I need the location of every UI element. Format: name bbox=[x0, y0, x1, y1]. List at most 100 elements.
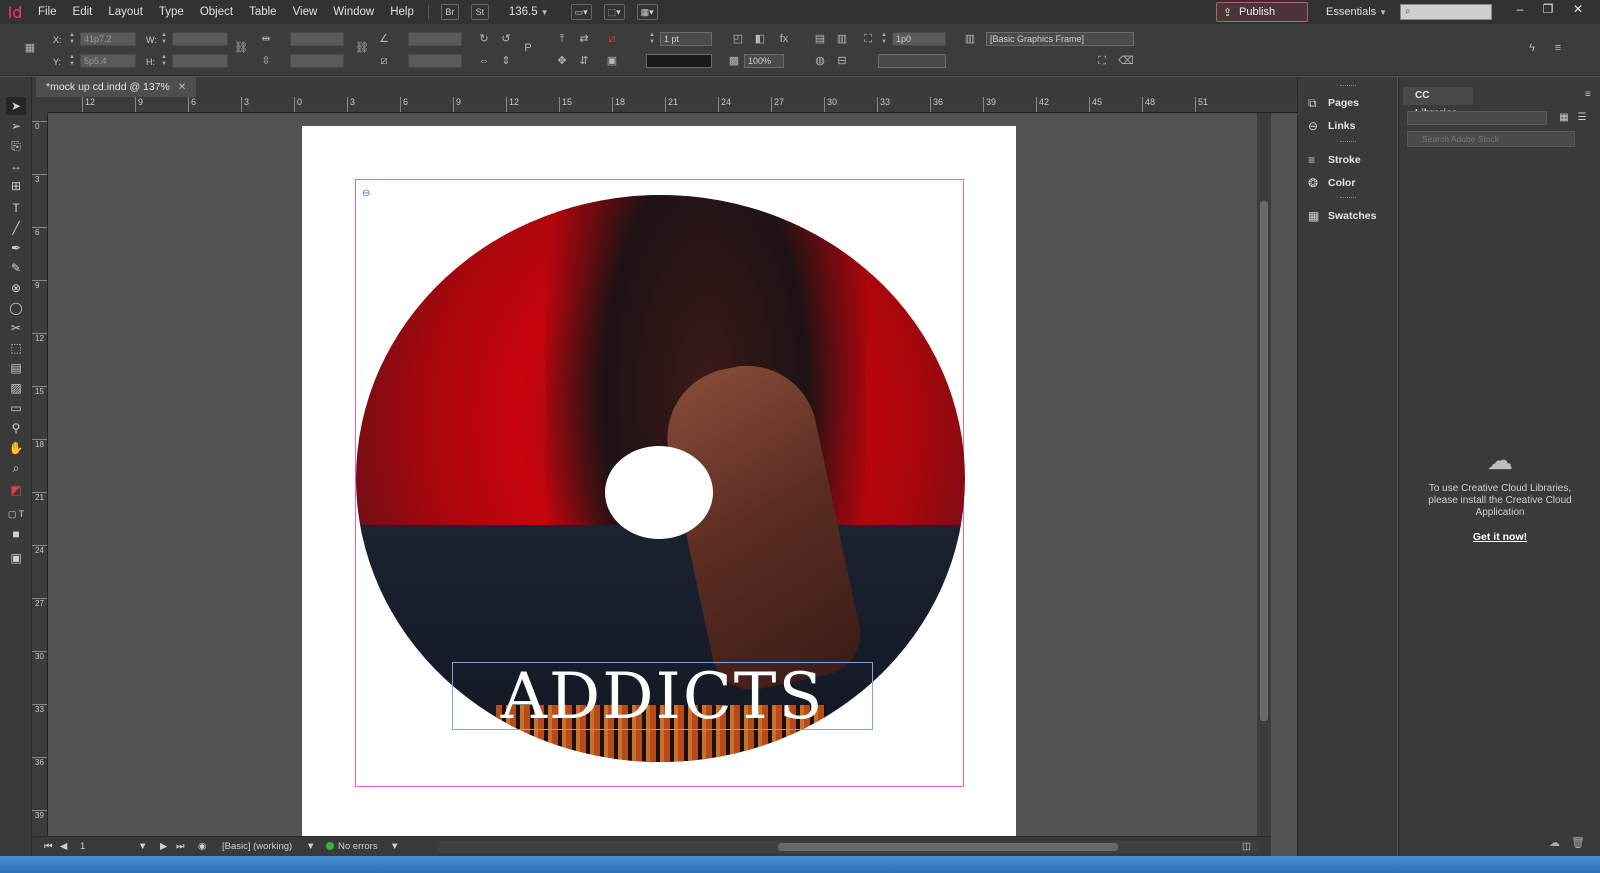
panel-grip[interactable] bbox=[1340, 197, 1356, 200]
grid-view-icon[interactable]: ▦ bbox=[1557, 111, 1571, 125]
fill-stroke-icon[interactable]: ◩ bbox=[6, 481, 26, 499]
scroll-thumb[interactable] bbox=[1260, 201, 1268, 721]
stroke-weight-dropdown[interactable]: 1 pt bbox=[660, 32, 712, 46]
text-wrap-none-icon[interactable]: ▤ bbox=[812, 31, 828, 47]
scroll-thumb[interactable] bbox=[778, 843, 1118, 851]
effects-icon[interactable]: fx bbox=[776, 31, 792, 47]
chevron-down-icon[interactable]: ▼ bbox=[306, 837, 315, 857]
gap-tool-icon[interactable]: ↔ bbox=[6, 157, 26, 175]
text-frame[interactable]: ADDICTS bbox=[452, 662, 873, 731]
zoom-tool-icon[interactable]: ⌕ bbox=[6, 459, 26, 477]
panel-grip[interactable] bbox=[1340, 85, 1356, 88]
constrain-proportions-icon[interactable]: ⛓ bbox=[233, 40, 249, 56]
stroke-weight-stepper[interactable]: ▲ ▼ bbox=[648, 32, 656, 46]
opacity-field[interactable]: 100% bbox=[744, 54, 784, 68]
menu-help[interactable]: Help bbox=[382, 0, 422, 24]
selection-tool-icon[interactable]: ➤ bbox=[6, 97, 26, 115]
vertical-scrollbar[interactable] bbox=[1257, 113, 1271, 836]
scissors-tool-icon[interactable]: ✂ bbox=[6, 319, 26, 337]
pencil-tool-icon[interactable]: ✎ bbox=[6, 259, 26, 277]
view-options-button[interactable]: ▭▾ bbox=[570, 4, 592, 20]
previous-page-icon[interactable]: ◀ bbox=[60, 837, 67, 857]
y-stepper[interactable]: ▲ ▼ bbox=[68, 54, 76, 68]
y-position-field[interactable]: 5p5.4 bbox=[80, 54, 136, 68]
apply-color-icon[interactable]: ■ bbox=[6, 525, 26, 543]
select-container-icon[interactable]: ⤒ bbox=[554, 31, 570, 47]
menu-window[interactable]: Window bbox=[325, 0, 382, 24]
sync-icon[interactable]: ☁ bbox=[1549, 836, 1560, 849]
chevron-down-icon[interactable]: ▼ bbox=[390, 837, 399, 857]
text-wrap-shape-icon[interactable]: ◍ bbox=[812, 53, 828, 69]
line-tool-icon[interactable]: ╱ bbox=[6, 219, 26, 237]
hand-tool-icon[interactable]: ✋ bbox=[6, 439, 26, 457]
arrange-documents-button[interactable]: ▦▾ bbox=[636, 4, 658, 20]
rotate-cw-icon[interactable]: ↻ bbox=[476, 31, 492, 47]
menu-type[interactable]: Type bbox=[151, 0, 192, 24]
flip-horizontal-icon[interactable]: ⇔ bbox=[476, 53, 492, 69]
restore-button[interactable]: ❐ bbox=[1536, 0, 1560, 20]
screen-mode-icon[interactable]: ▣ bbox=[6, 549, 26, 567]
quick-apply-icon[interactable]: ϟ bbox=[1524, 40, 1540, 56]
horizontal-scrollbar[interactable] bbox=[438, 841, 1258, 853]
gradient-feather-tool-icon[interactable]: ▨ bbox=[6, 379, 26, 397]
graphics-frame[interactable]: ⊖ ADDICTS bbox=[355, 179, 965, 787]
link-scale-icon[interactable]: ⛓ bbox=[354, 40, 370, 56]
library-dropdown[interactable] bbox=[1407, 111, 1547, 125]
formatting-container-icon[interactable]: ▢ T bbox=[6, 505, 26, 523]
offset-stepper[interactable]: ▲ ▼ bbox=[880, 32, 888, 46]
document-page[interactable]: ⊖ ADDICTS bbox=[302, 126, 1016, 856]
menu-object[interactable]: Object bbox=[192, 0, 241, 24]
clear-override-icon[interactable]: ⌫ bbox=[1118, 53, 1134, 69]
shear-field[interactable] bbox=[408, 54, 462, 68]
menu-file[interactable]: File bbox=[30, 0, 65, 24]
menu-view[interactable]: View bbox=[285, 0, 326, 24]
stroke-color-dropdown[interactable] bbox=[878, 54, 946, 68]
vertical-ruler[interactable]: 0 3 6 9 12 15 18 21 24 27 30 33 36 39 bbox=[32, 113, 48, 856]
panel-grip[interactable] bbox=[1340, 141, 1356, 144]
free-transform-tool-icon[interactable]: ⬚ bbox=[6, 339, 26, 357]
pen-tool-icon[interactable]: ✒ bbox=[6, 239, 26, 257]
drop-shadow-icon[interactable]: ◧ bbox=[752, 31, 768, 47]
panel-color[interactable]: ❂ Color bbox=[1298, 172, 1398, 194]
menu-layout[interactable]: Layout bbox=[100, 0, 151, 24]
trash-icon[interactable]: 🗑 bbox=[1571, 836, 1585, 849]
stock-button[interactable]: St bbox=[470, 4, 489, 20]
direct-selection-tool-icon[interactable]: ➢ bbox=[6, 117, 26, 135]
eyedropper-tool-icon[interactable]: ⚲ bbox=[6, 419, 26, 437]
panel-swatches[interactable]: ▦ Swatches bbox=[1298, 205, 1398, 227]
select-content-icon[interactable]: ✥ bbox=[554, 53, 570, 69]
select-next-icon[interactable]: ⇵ bbox=[576, 53, 592, 69]
scale-x-field[interactable] bbox=[290, 32, 344, 46]
width-field[interactable] bbox=[172, 32, 228, 46]
minimize-button[interactable]: – bbox=[1508, 0, 1532, 20]
panel-menu-icon[interactable]: ≡ bbox=[1550, 40, 1566, 56]
cc-libraries-tab[interactable]: CC Libraries bbox=[1403, 87, 1473, 119]
height-field[interactable] bbox=[172, 54, 228, 68]
x-stepper[interactable]: ▲ ▼ bbox=[68, 32, 76, 46]
preflight-profile[interactable]: [Basic] (working) bbox=[222, 837, 292, 857]
horizontal-ruler[interactable]: 12 9 6 3 0 3 6 9 12 15 18 21 24 27 30 33 36 39 42 45 48 51 bbox=[48, 97, 1297, 113]
rotate-ccw-icon[interactable]: ↺ bbox=[498, 31, 514, 47]
ruler-origin[interactable] bbox=[32, 97, 48, 113]
ellipse-tool-icon[interactable]: ◯ bbox=[6, 299, 26, 317]
stock-search-input[interactable]: Search Adobe Stock bbox=[1407, 131, 1575, 147]
fill-none-icon[interactable]: ⧄ bbox=[604, 31, 620, 47]
split-window-icon[interactable]: ◫ bbox=[1242, 837, 1251, 857]
document-tab[interactable]: *mock up cd.indd @ 137% ✕ bbox=[36, 77, 197, 97]
page-number-field[interactable]: 1 bbox=[80, 837, 85, 857]
first-page-icon[interactable]: ⏮ bbox=[44, 837, 53, 857]
text-wrap-box-icon[interactable]: ▥ bbox=[834, 31, 850, 47]
link-icon[interactable]: ⊖ bbox=[362, 188, 370, 199]
help-search-input[interactable]: ⌕ bbox=[1400, 4, 1492, 20]
chevron-down-icon[interactable]: ▼ bbox=[138, 837, 147, 857]
page-tool-icon[interactable]: ⎘ bbox=[6, 137, 26, 155]
panel-pages[interactable]: ⧉ Pages bbox=[1298, 92, 1398, 114]
ellipse-frame-tool-icon[interactable]: ⊗ bbox=[6, 279, 26, 297]
preflight-status[interactable]: No errors bbox=[326, 837, 378, 857]
scale-y-field[interactable] bbox=[290, 54, 344, 68]
open-document-icon[interactable]: ◉ bbox=[198, 837, 206, 857]
reference-point-icon[interactable]: ▦ bbox=[22, 40, 38, 56]
workspace-switcher[interactable]: Essentials ▼ bbox=[1326, 0, 1387, 25]
menu-table[interactable]: Table bbox=[241, 0, 285, 24]
last-page-icon[interactable]: ⏭ bbox=[176, 837, 185, 857]
